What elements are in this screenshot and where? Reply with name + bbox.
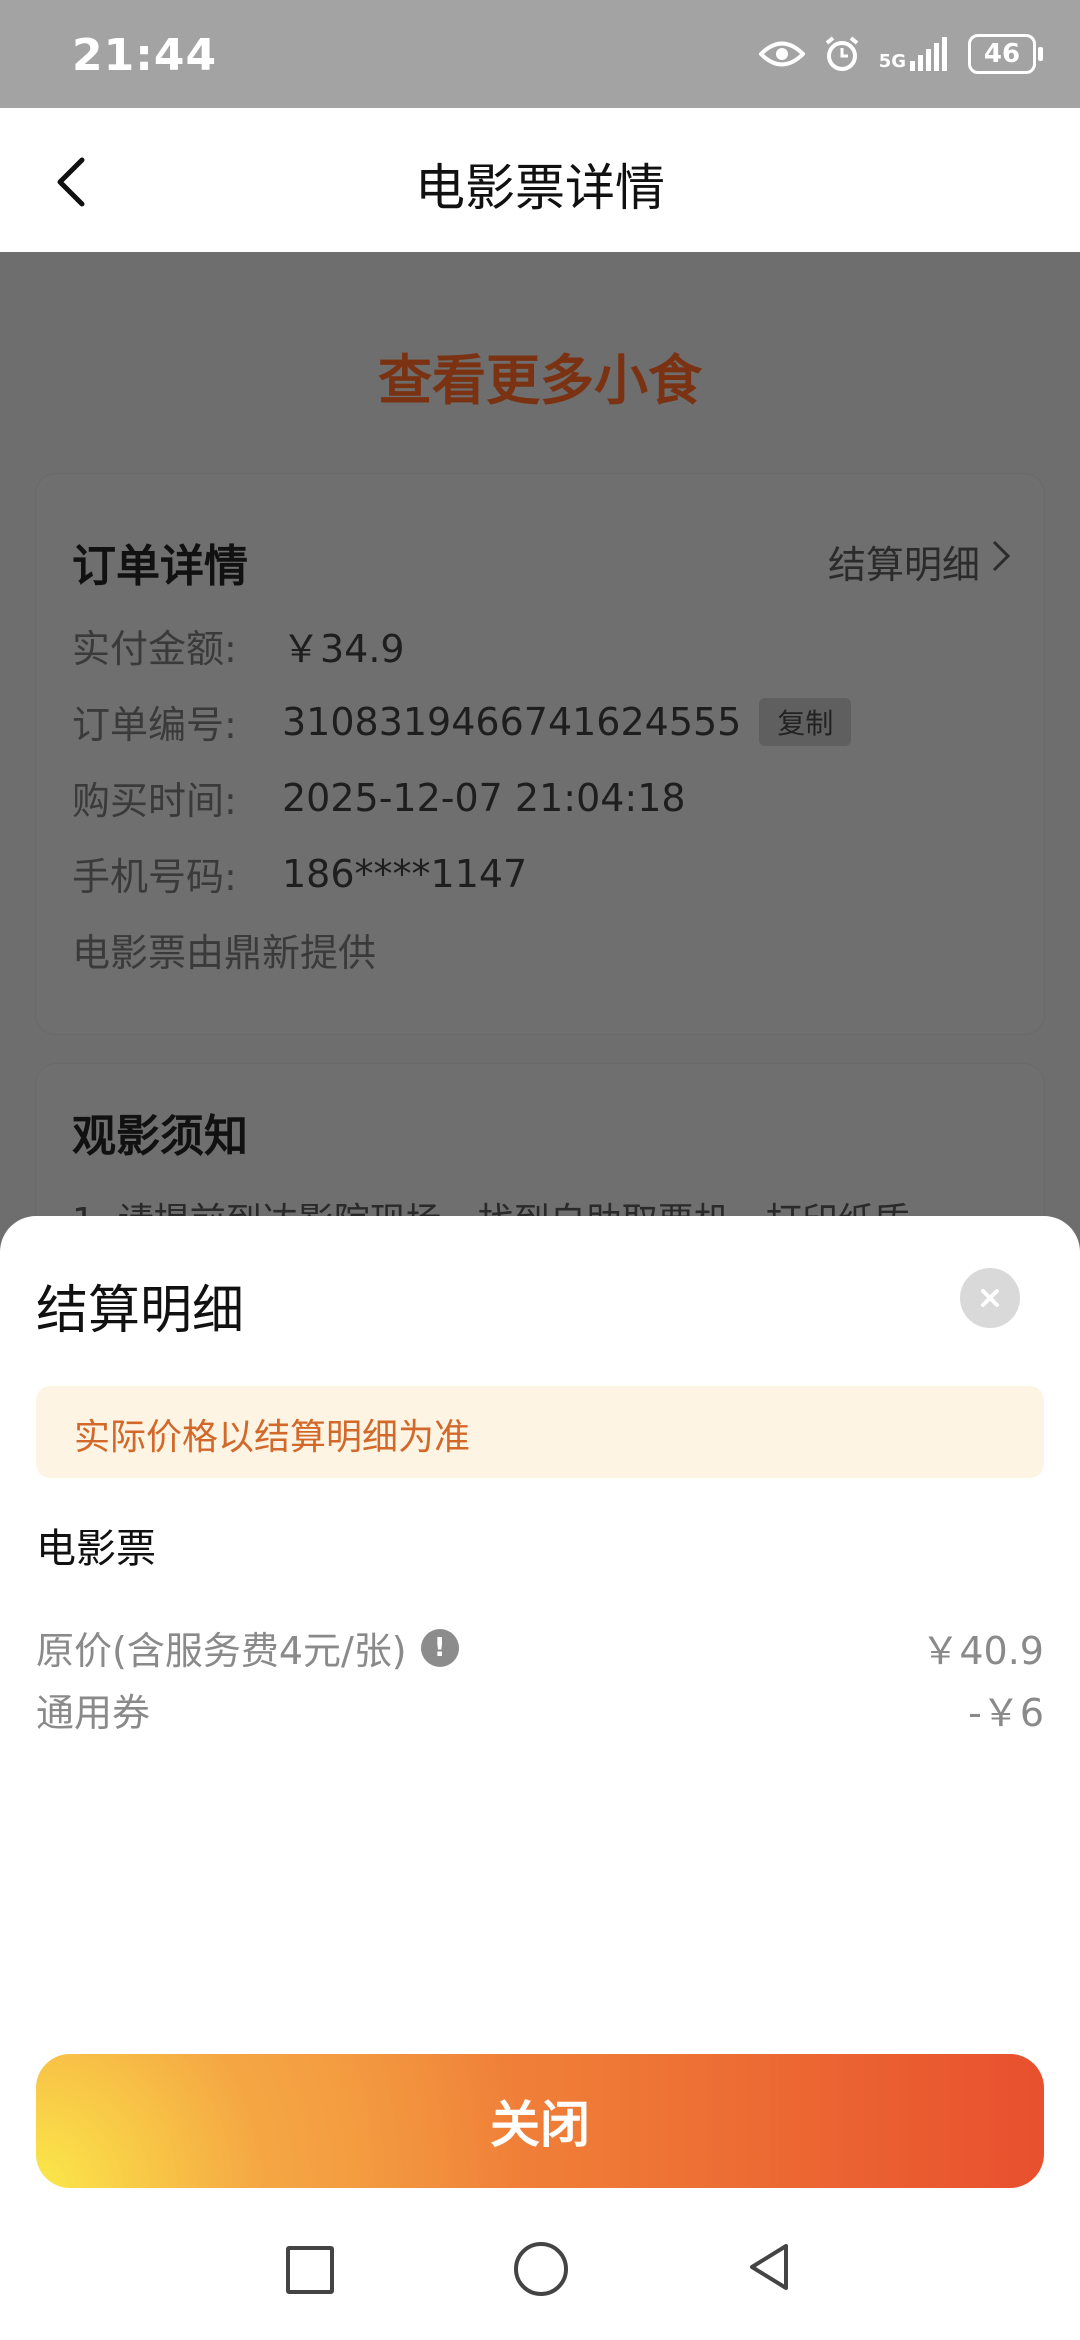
order-detail-card: 订单详情 结算明细 实付金额: ￥34.9 订单编号: 310831946674… xyxy=(36,474,1044,1034)
system-nav-bar xyxy=(0,2200,1080,2340)
paid-amount-row: 实付金额: ￥34.9 xyxy=(72,618,405,673)
original-price-row: 原价(含服务费4元/张) ! ￥40.9 xyxy=(36,1620,1044,1673)
network-type: 5G xyxy=(878,51,906,72)
more-snacks-link[interactable]: 查看更多小食 xyxy=(0,336,1080,415)
row-label: 购买时间: xyxy=(72,779,237,823)
app-header: 电影票详情 xyxy=(0,108,1080,252)
x-icon xyxy=(981,1289,999,1307)
price-notice-banner: 实际价格以结算明细为准 xyxy=(36,1386,1044,1478)
chevron-right-icon[interactable] xyxy=(990,538,1012,574)
status-bar: 21:44 5G 46 xyxy=(0,0,1080,108)
price-label: 原价(含服务费4元/张) xyxy=(36,1629,407,1673)
status-icons: 5G 46 xyxy=(758,34,1043,74)
row-label: 实付金额: xyxy=(72,627,237,671)
notice-card-title: 观影须知 xyxy=(72,1111,248,1162)
status-time: 21:44 xyxy=(72,30,218,81)
ticket-detail-content: 查看更多小食 订单详情 结算明细 实付金额: ￥34.9 订单编号: 31083… xyxy=(0,252,1080,1464)
coupon-row: 通用券 -￥6 xyxy=(36,1682,1044,1735)
info-icon[interactable]: ! xyxy=(420,1628,459,1667)
order-number-row: 订单编号: 3108319466741624555 复制 xyxy=(72,694,852,749)
home-icon[interactable] xyxy=(514,2242,568,2296)
back-triangle-icon[interactable] xyxy=(744,2240,794,2294)
battery-indicator: 46 xyxy=(968,34,1043,74)
price-value: -￥6 xyxy=(968,1691,1044,1735)
alarm-icon xyxy=(825,36,858,71)
row-value: ￥34.9 xyxy=(282,627,405,671)
row-value: 186****1147 xyxy=(282,851,528,896)
signal-icon xyxy=(910,37,947,71)
phone-number-row: 手机号码: 186****1147 xyxy=(72,846,527,901)
eye-icon xyxy=(758,41,805,67)
close-button[interactable]: 关闭 xyxy=(36,2054,1044,2188)
banner-text: 实际价格以结算明细为准 xyxy=(74,1417,471,1458)
page-title: 电影票详情 xyxy=(415,159,665,217)
row-value: 3108319466741624555 xyxy=(282,699,742,744)
order-card-title: 订单详情 xyxy=(72,541,248,592)
sheet-title: 结算明细 xyxy=(36,1281,245,1341)
purchase-time-row: 购买时间: 2025-12-07 21:04:18 xyxy=(72,770,686,825)
price-label: 通用券 xyxy=(36,1691,151,1735)
copy-button[interactable]: 复制 xyxy=(759,697,852,746)
price-value: ￥40.9 xyxy=(921,1629,1044,1673)
close-icon[interactable] xyxy=(960,1268,1020,1328)
row-label: 手机号码: xyxy=(72,855,237,899)
section-title: 电影票 xyxy=(36,1526,156,1572)
settlement-detail-link[interactable]: 结算明细 xyxy=(828,534,980,589)
provider-text: 电影票由鼎新提供 xyxy=(72,931,377,975)
recent-apps-icon[interactable] xyxy=(286,2246,334,2294)
row-value: 2025-12-07 21:04:18 xyxy=(282,775,686,820)
row-label: 订单编号: xyxy=(72,703,237,747)
settlement-detail-sheet: 结算明细 实际价格以结算明细为准 电影票 原价(含服务费4元/张) ! ￥40.… xyxy=(0,1216,1080,2340)
